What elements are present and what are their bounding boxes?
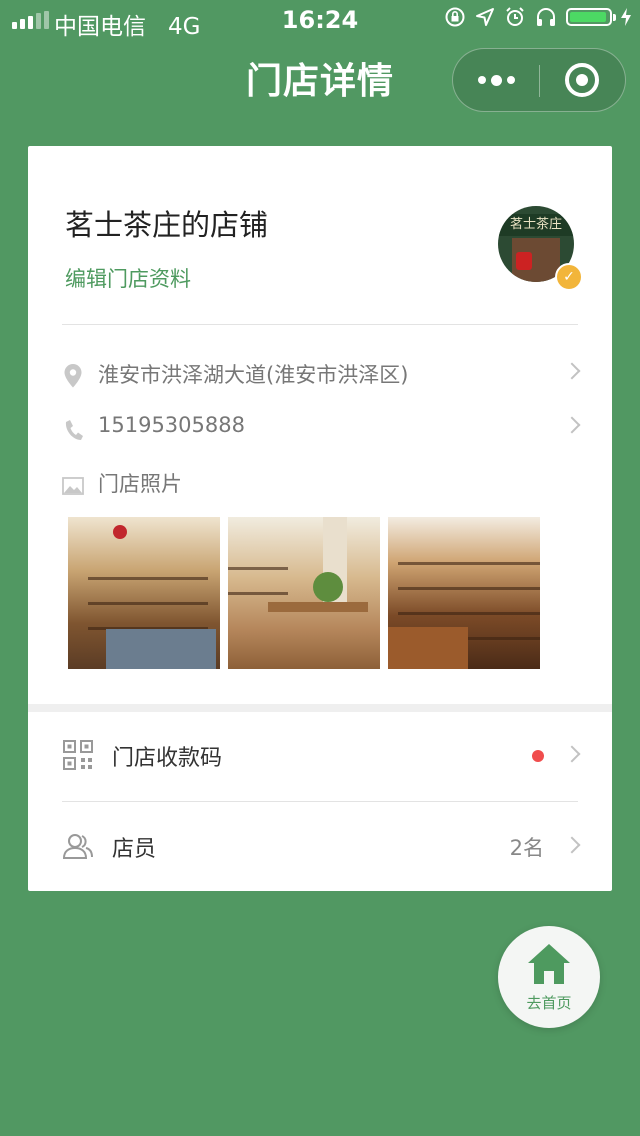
qr-code-icon [63, 740, 93, 770]
store-detail-card: 茗士茶庄的店铺 编辑门店资料 茗士茶庄 ✓ 淮安市洪泽湖大道(淮安市洪泽区) 1… [28, 146, 612, 891]
image-icon [62, 477, 84, 495]
section-separator [28, 704, 612, 712]
mini-program-capsule [452, 48, 626, 112]
store-photo-3[interactable] [388, 517, 540, 669]
status-bar: 中国电信 4G 16:24 [0, 0, 640, 40]
phone-icon [65, 420, 83, 440]
alarm-icon [506, 7, 524, 26]
store-phone: 15195305888 [98, 413, 245, 437]
headphones-icon [537, 8, 555, 26]
store-photo-2[interactable] [228, 517, 380, 669]
location-arrow-icon [476, 8, 494, 26]
more-dots-icon[interactable] [453, 49, 540, 111]
screen-lock-icon [445, 7, 465, 27]
go-home-label: 去首页 [526, 994, 572, 1012]
chevron-right-icon [563, 836, 581, 854]
home-icon [528, 944, 570, 984]
users-icon [62, 834, 93, 859]
payment-code-label: 门店收款码 [112, 746, 223, 771]
notification-dot [532, 750, 544, 762]
staff-label: 店员 [112, 837, 157, 862]
avatar-sign-text: 茗士茶庄 [498, 214, 574, 236]
location-pin-icon [64, 364, 82, 388]
status-icons [444, 6, 632, 28]
target-close-icon[interactable] [565, 63, 599, 97]
battery-icon [566, 8, 616, 26]
go-home-button[interactable]: 去首页 [498, 926, 600, 1028]
chevron-right-icon [563, 362, 581, 380]
payment-code-row[interactable]: 门店收款码 [62, 725, 581, 785]
avatar-decoration [516, 252, 532, 270]
capsule-divider [539, 65, 540, 97]
staff-count: 2名 [509, 836, 544, 860]
address-row[interactable]: 淮安市洪泽湖大道(淮安市洪泽区) [62, 355, 581, 395]
store-name: 茗士茶庄的店铺 [65, 208, 269, 242]
battery-level-fill [570, 12, 606, 22]
chevron-right-icon [563, 745, 581, 763]
edit-store-link[interactable]: 编辑门店资料 [65, 263, 191, 293]
divider [62, 801, 578, 802]
divider [62, 324, 578, 325]
verified-check-icon: ✓ [555, 263, 583, 291]
phone-row[interactable]: 15195305888 [62, 409, 581, 449]
store-photos [68, 517, 540, 669]
store-address: 淮安市洪泽湖大道(淮安市洪泽区) [98, 363, 409, 387]
photos-header: 门店照片 [62, 464, 578, 504]
staff-row[interactable]: 店员 2名 [62, 816, 581, 876]
photos-label: 门店照片 [98, 472, 182, 496]
chevron-right-icon [563, 416, 581, 434]
charging-bolt-icon [621, 8, 631, 26]
store-photo-1[interactable] [68, 517, 220, 669]
